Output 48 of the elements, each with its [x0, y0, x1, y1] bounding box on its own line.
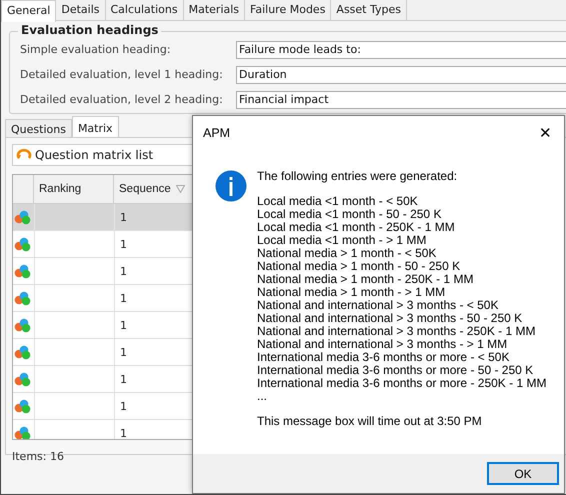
- ok-button[interactable]: OK: [487, 462, 559, 485]
- entry-text: ...: [257, 390, 268, 403]
- tab[interactable]: Questions: [5, 119, 72, 137]
- entry-text: Local media <1 month - > 1 MM: [257, 234, 428, 247]
- input-field[interactable]: Duration: [236, 66, 566, 84]
- tab[interactable]: Details: [56, 0, 106, 20]
- entry-text: National and international > 3 months - < 50K: [257, 299, 500, 312]
- entry-text: Local media <1 month - 50 - 250 K: [257, 208, 442, 221]
- tab[interactable]: General: [1, 0, 56, 22]
- entry-text: Local media <1 month - 250K - 1 MM: [257, 221, 456, 234]
- entry-text: National and international > 3 months - > 1 MM: [257, 338, 508, 351]
- field-label: Simple evaluation heading:: [20, 43, 172, 56]
- table-cell: 1: [120, 210, 127, 224]
- entry-text: National media > 1 month - > 1 MM: [257, 286, 446, 299]
- entry-text: Local media <1 month - < 50K: [257, 195, 419, 208]
- entry-text: International media 3-6 months or more - 50 - 250 K: [257, 364, 534, 377]
- entry-text: National and international > 3 months - 250K - 1 MM: [257, 325, 536, 338]
- tab[interactable]: Asset Types: [331, 0, 407, 20]
- message-text: The following entries were generated:: [257, 170, 458, 183]
- table-cell: 1: [120, 238, 127, 250]
- item-count: Items: 16: [12, 450, 65, 463]
- field-label: Detailed evaluation, level 2 heading:: [20, 93, 224, 106]
- timeout-text: This message box will time out at 3:50 PM: [257, 415, 483, 428]
- table-cell: 1: [120, 426, 127, 439]
- entry-text: International media 3-6 months or more - < 50K: [257, 351, 510, 364]
- entry-text: International media 3-6 months or more - 250K - 1 MM: [257, 377, 546, 390]
- tab[interactable]: Matrix: [72, 116, 119, 137]
- table-cell: 1: [120, 372, 127, 386]
- entry-text: National and international > 3 months - 50 - 250 K: [257, 312, 524, 325]
- tab[interactable]: Materials: [184, 0, 246, 20]
- entry-text: National media > 1 month - 50 - 250 K: [257, 260, 462, 273]
- toolbar-title: Question matrix list: [35, 148, 154, 162]
- field-label: Detailed evaluation, level 1 heading:: [20, 68, 224, 81]
- table-cell: 1: [120, 346, 127, 358]
- group-title: Evaluation headings: [18, 23, 162, 37]
- table-cell: 1: [120, 400, 127, 412]
- table-cell: 1: [120, 264, 127, 278]
- tab[interactable]: Failure Modes: [245, 0, 332, 20]
- input-field[interactable]: Failure mode leads to:: [236, 40, 566, 58]
- tab[interactable]: Calculations: [106, 0, 184, 20]
- close-button[interactable]: ✕: [537, 124, 554, 142]
- column-header[interactable]: Ranking: [34, 175, 114, 203]
- entry-text: National media > 1 month - 250K - 1 MM: [257, 273, 474, 286]
- table-cell: 1: [120, 318, 127, 332]
- table-cell: 1: [120, 292, 127, 304]
- dialog-title: APM: [203, 126, 230, 140]
- entry-text: National media > 1 month - < 50K: [257, 247, 438, 260]
- input-field[interactable]: Financial impact: [236, 90, 566, 108]
